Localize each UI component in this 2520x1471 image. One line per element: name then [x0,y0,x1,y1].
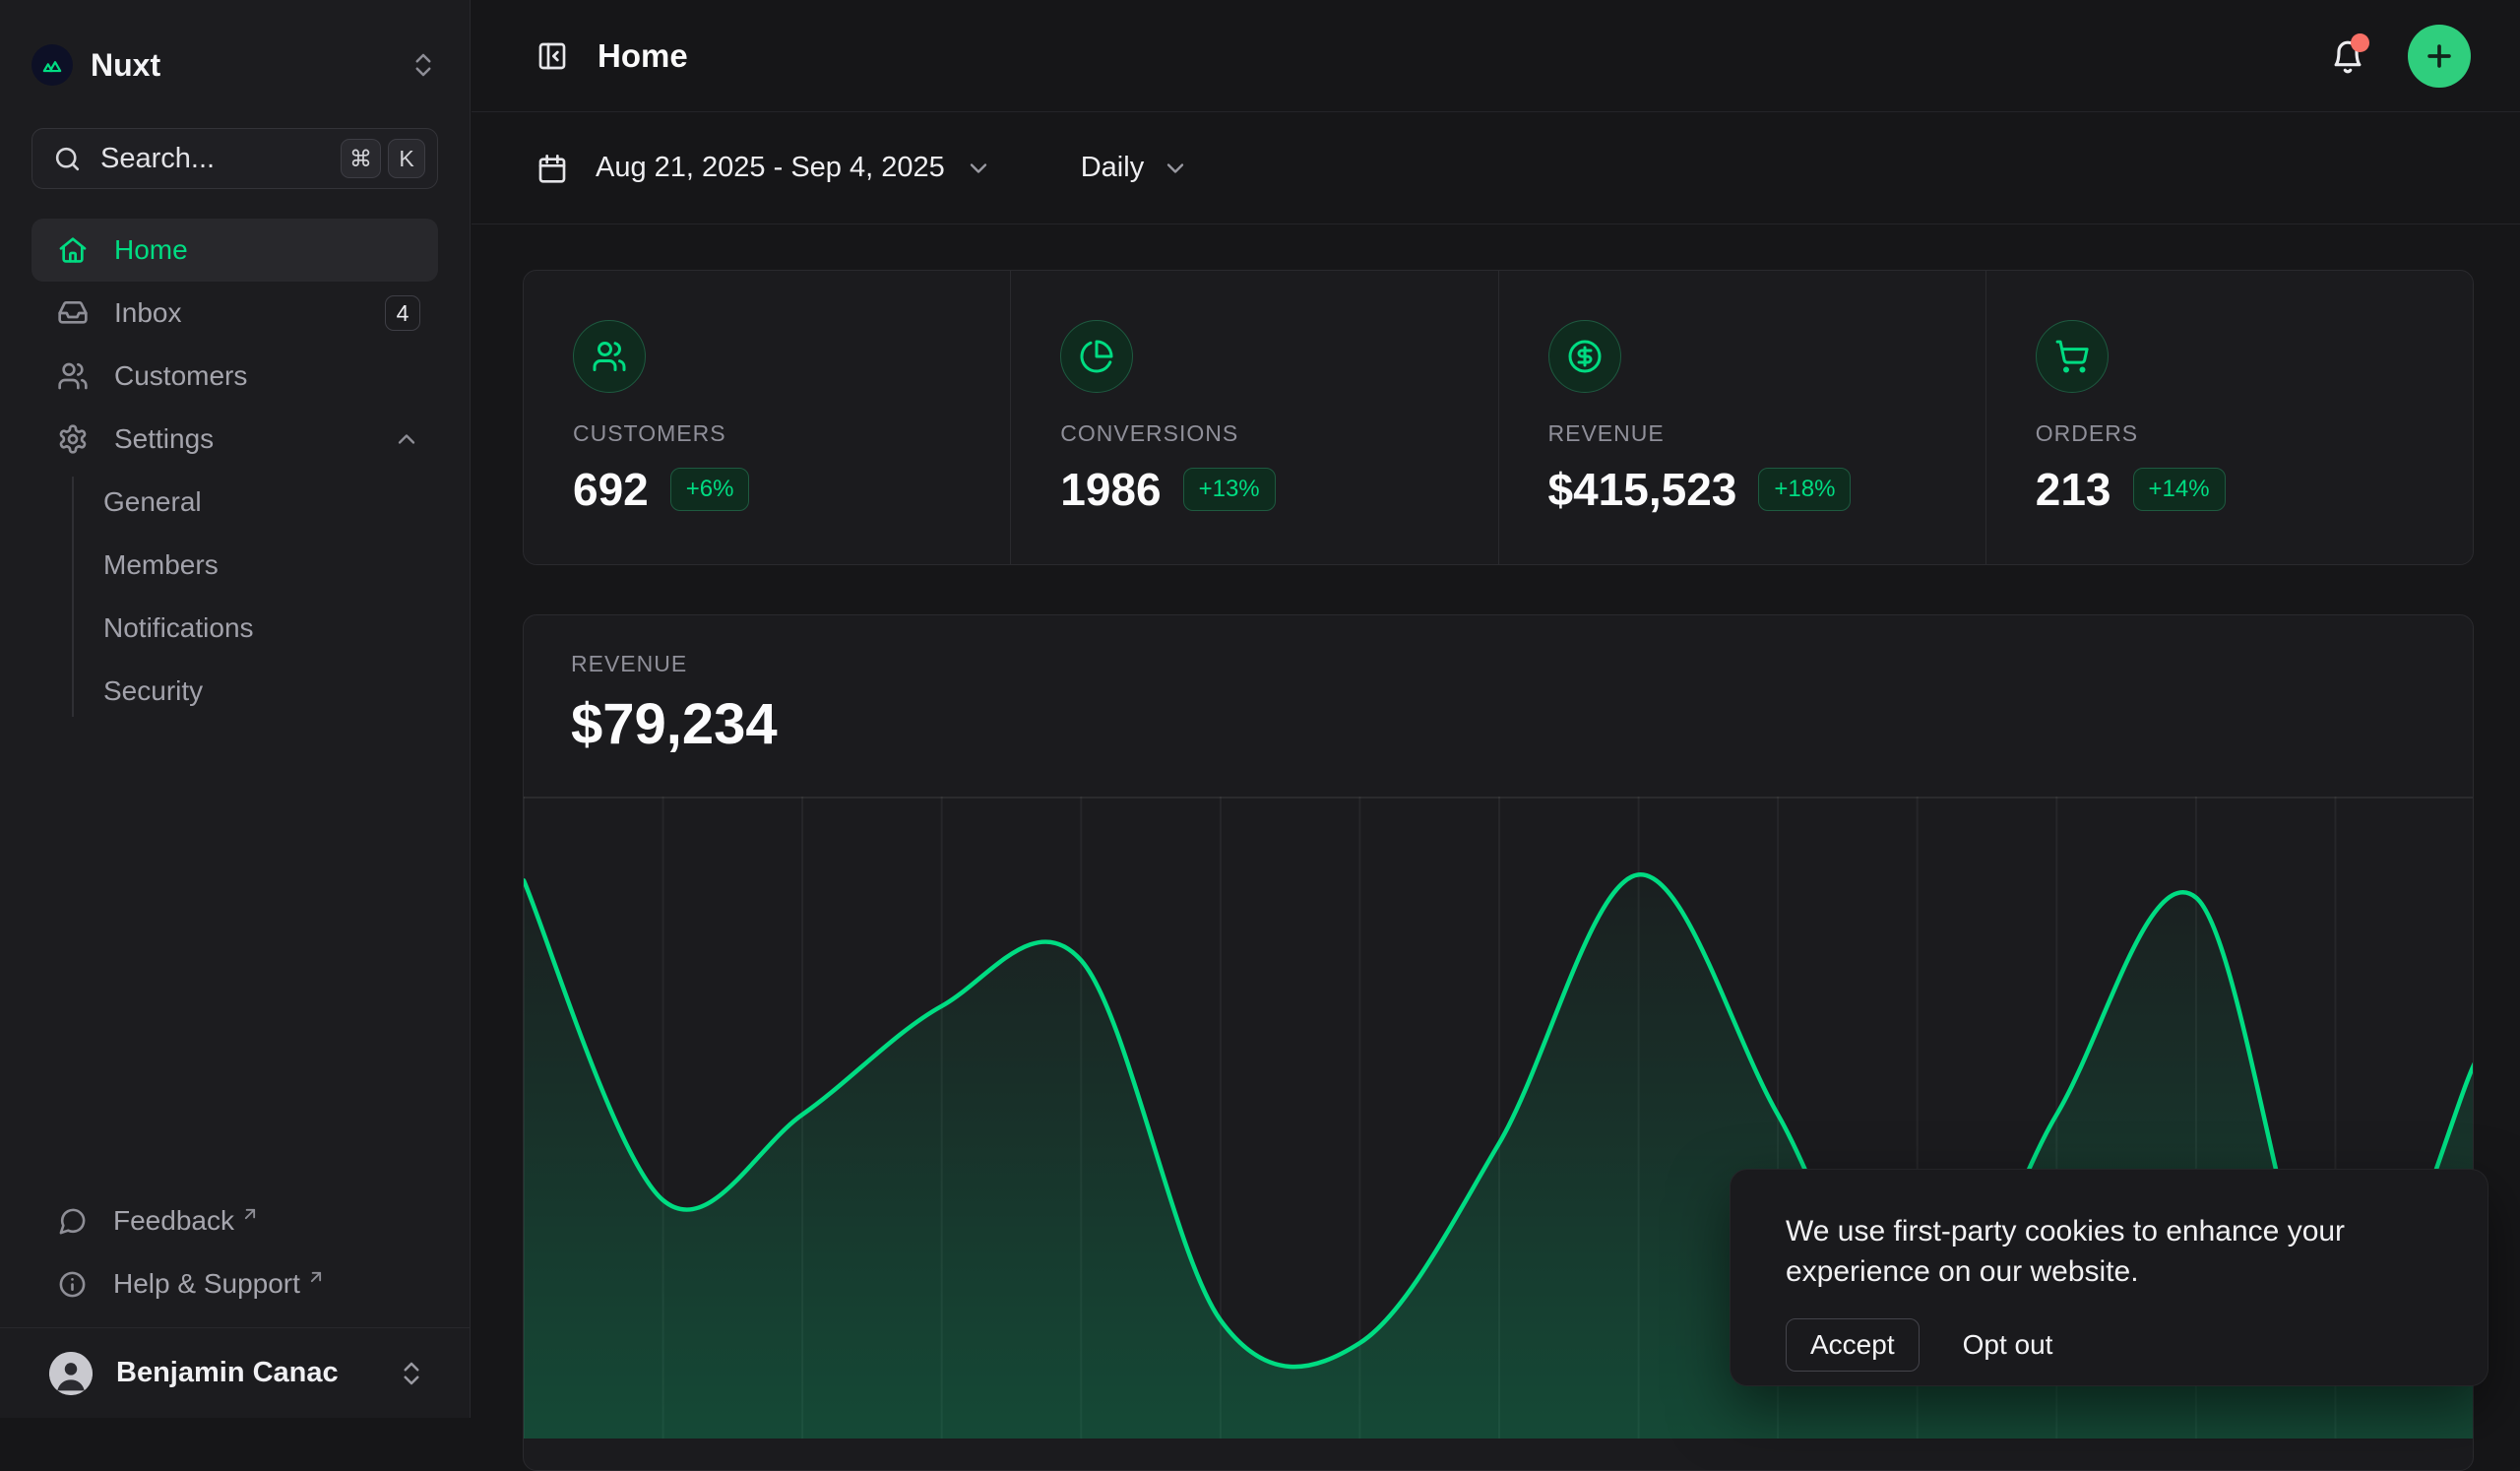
sidebar-item-general[interactable]: General [72,471,438,534]
inbox-icon [57,297,89,329]
feedback-label: Feedback [113,1205,234,1237]
settings-subnav: General Members Notifications Security [32,471,438,723]
period-value: Daily [1081,152,1144,184]
stat-revenue[interactable]: REVENUE $415,523 +18% [1498,271,1985,564]
inbox-count-badge: 4 [385,295,420,331]
kbd-k: K [388,139,425,178]
stats-card: CUSTOMERS 692 +6% CONVERSIONS 1986 +13% … [523,270,2474,565]
workspace-switcher[interactable]: Nuxt [32,30,438,100]
page-title: Home [598,37,2329,75]
sidebar-item-label: Customers [114,360,420,392]
stat-value: 213 [2036,463,2111,516]
message-bubble-icon [57,1206,88,1237]
subnav-label: General [103,486,202,518]
page-header: Home [472,0,2520,112]
period-select[interactable]: Daily [1081,152,1189,184]
sidebar-footer: Feedback Help & Support [32,1189,438,1315]
sidebar-toggle-icon[interactable] [536,40,568,72]
sidebar-item-customers[interactable]: Customers [32,345,438,408]
stat-delta-badge: +14% [2133,468,2226,511]
subnav-label: Notifications [103,612,254,644]
sidebar-item-label: Home [114,234,420,266]
chevron-down-icon [1162,155,1189,182]
revenue-value: $79,234 [571,691,2473,757]
chevron-down-icon [965,155,992,182]
sidebar-item-inbox[interactable]: Inbox 4 [32,282,438,345]
sidebar-nav: Home Inbox 4 Customers Settings General … [32,219,438,723]
stat-value: 692 [573,463,649,516]
stat-label: ORDERS [2036,420,2473,447]
house-icon [57,234,89,266]
workspace-name: Nuxt [91,47,409,84]
help-support-link[interactable]: Help & Support [32,1252,438,1315]
sidebar-item-settings[interactable]: Settings [32,408,438,471]
notifications-button[interactable] [2329,37,2366,75]
date-range-picker[interactable]: Aug 21, 2025 - Sep 4, 2025 [536,152,992,184]
gear-icon [57,423,89,455]
stat-orders[interactable]: ORDERS 213 +14% [1985,271,2473,564]
stat-label: CUSTOMERS [573,420,1010,447]
chevrons-up-down-icon[interactable] [409,50,438,80]
stat-delta-badge: +18% [1758,468,1851,511]
kbd-meta: ⌘ [341,139,381,178]
opt-out-button[interactable]: Opt out [1963,1329,2053,1361]
info-icon [57,1269,88,1300]
avatar [49,1352,93,1395]
feedback-link[interactable]: Feedback [32,1189,438,1252]
sidebar-item-label: Settings [114,423,393,455]
accept-button[interactable]: Accept [1786,1318,1920,1372]
search-input-box[interactable]: ⌘ K [32,128,438,189]
stat-label: CONVERSIONS [1060,420,1497,447]
revenue-label: REVENUE [571,651,2473,677]
sidebar-item-members[interactable]: Members [72,534,438,597]
user-menu[interactable]: Benjamin Canac [0,1327,470,1418]
circle-dollar-icon [1548,320,1621,393]
cart-icon [2036,320,2109,393]
search-icon [52,144,83,174]
subnav-label: Members [103,549,219,581]
cookie-banner: We use first-party cookies to enhance yo… [1730,1169,2488,1386]
sidebar: Nuxt ⌘ K Home Inbox 4 Customers Settings [0,0,471,1418]
stat-value: $415,523 [1548,463,1737,516]
sidebar-item-notifications[interactable]: Notifications [72,597,438,660]
stat-delta-badge: +13% [1183,468,1276,511]
users-icon [57,360,89,392]
chevron-up-icon [393,425,420,453]
stat-customers[interactable]: CUSTOMERS 692 +6% [524,271,1010,564]
help-support-label: Help & Support [113,1268,300,1300]
stat-conversions[interactable]: CONVERSIONS 1986 +13% [1010,271,1497,564]
sidebar-item-home[interactable]: Home [32,219,438,282]
cookie-message: We use first-party cookies to enhance yo… [1786,1211,2426,1293]
calendar-icon [536,153,568,184]
users-icon [573,320,646,393]
stat-value: 1986 [1060,463,1161,516]
nuxt-logo-icon [32,44,73,86]
sidebar-item-label: Inbox [114,297,385,329]
add-button[interactable] [2408,25,2471,88]
search-input[interactable] [100,143,334,175]
stat-delta-badge: +6% [670,468,750,511]
subnav-label: Security [103,675,203,707]
plus-icon [2423,39,2456,73]
filters-toolbar: Aug 21, 2025 - Sep 4, 2025 Daily [472,112,2520,224]
arrow-up-right-icon [240,1199,260,1231]
sidebar-item-security[interactable]: Security [72,660,438,723]
notification-dot [2351,33,2369,52]
stat-label: REVENUE [1548,420,1985,447]
chevrons-up-down-icon [397,1359,426,1388]
pie-chart-icon [1060,320,1133,393]
arrow-up-right-icon [306,1262,326,1294]
user-name: Benjamin Canac [116,1357,397,1389]
date-range-value: Aug 21, 2025 - Sep 4, 2025 [596,152,945,184]
